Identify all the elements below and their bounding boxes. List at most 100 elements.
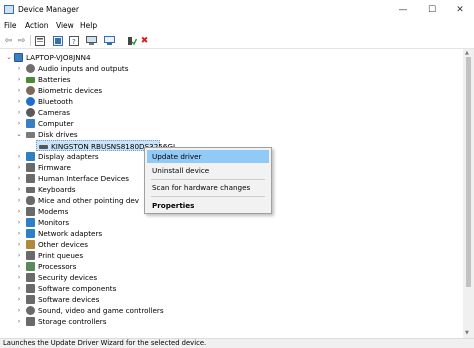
back-arrow-icon[interactable]: ⇦ xyxy=(3,35,14,46)
menu-file[interactable]: File xyxy=(4,21,17,30)
update-driver-icon[interactable] xyxy=(52,35,63,46)
chevron-right-icon[interactable]: › xyxy=(16,239,22,250)
tree-category-batteries[interactable]: › Batteries xyxy=(0,74,200,85)
chevron-right-icon[interactable]: › xyxy=(16,261,22,272)
chevron-right-icon[interactable]: › xyxy=(16,217,22,228)
close-button[interactable]: ✕ xyxy=(446,2,474,18)
computer-icon xyxy=(14,53,23,62)
chevron-down-icon[interactable]: ⌄ xyxy=(6,52,12,63)
chevron-right-icon[interactable]: › xyxy=(16,184,22,195)
tree-root[interactable]: ⌄ LAPTOP-VJO8JNN4 xyxy=(0,52,200,63)
chevron-right-icon[interactable]: › xyxy=(16,305,22,316)
monitor-icon xyxy=(26,218,35,227)
chevron-right-icon[interactable]: › xyxy=(16,316,22,327)
software-component-icon xyxy=(26,284,35,293)
tree-category-processors[interactable]: › Processors xyxy=(0,261,200,272)
device-manager-icon xyxy=(4,5,14,14)
software-device-icon xyxy=(26,295,35,304)
enable-device-icon[interactable] xyxy=(126,35,137,46)
svg-text:?: ? xyxy=(72,38,76,46)
disk-drive-icon xyxy=(26,132,35,138)
battery-icon xyxy=(26,77,35,83)
scan-hardware-icon[interactable] xyxy=(104,35,115,46)
chevron-right-icon[interactable]: › xyxy=(16,118,22,129)
tree-category-sound[interactable]: › Sound, video and game controllers xyxy=(0,305,200,316)
scroll-up-icon[interactable]: ▲ xyxy=(465,50,469,56)
security-device-icon xyxy=(26,273,35,282)
status-text: Launches the Update Driver Wizard for th… xyxy=(3,339,207,347)
status-bar: Launches the Update Driver Wizard for th… xyxy=(0,338,474,348)
camera-icon xyxy=(26,108,35,117)
menu-item-update-driver[interactable]: Update driver xyxy=(147,150,269,163)
tree-category-biometric[interactable]: › Biometric devices xyxy=(0,85,200,96)
menu-item-uninstall-device[interactable]: Uninstall device xyxy=(147,164,269,177)
toolbar-separator xyxy=(30,35,31,46)
chevron-right-icon[interactable]: › xyxy=(16,272,22,283)
menu-bar: File Action View Help xyxy=(0,20,474,33)
tree-category-software-devices[interactable]: › Software devices xyxy=(0,294,200,305)
tree-category-disk-drives[interactable]: ⌄ Disk drives xyxy=(0,129,200,140)
tree-category-software-components[interactable]: › Software components xyxy=(0,283,200,294)
toolbar: ⇦ ⇨ ? ✖ xyxy=(0,33,474,49)
window-title: Device Manager xyxy=(18,5,79,14)
uninstall-device-icon[interactable]: ✖ xyxy=(139,35,150,46)
vertical-scrollbar[interactable]: ▲ ▼ xyxy=(463,49,474,338)
scroll-down-icon[interactable]: ▼ xyxy=(465,330,469,336)
scrollbar-thumb[interactable] xyxy=(466,57,471,287)
menu-item-scan-hardware[interactable]: Scan for hardware changes xyxy=(147,181,269,194)
tree-category-other[interactable]: › Other devices xyxy=(0,239,200,250)
tree-category-storage[interactable]: › Storage controllers xyxy=(0,316,200,327)
menu-item-properties[interactable]: Properties xyxy=(147,199,269,212)
tree-category-cameras[interactable]: › Cameras xyxy=(0,107,200,118)
firmware-icon xyxy=(26,163,35,172)
sound-controller-icon xyxy=(26,306,35,315)
chevron-right-icon[interactable]: › xyxy=(16,63,22,74)
chevron-right-icon[interactable]: › xyxy=(16,151,22,162)
forward-arrow-icon[interactable]: ⇨ xyxy=(16,35,27,46)
disk-icon xyxy=(39,145,48,149)
chevron-right-icon[interactable]: › xyxy=(16,173,22,184)
chevron-right-icon[interactable]: › xyxy=(16,250,22,261)
modem-icon xyxy=(26,207,35,216)
chevron-right-icon[interactable]: › xyxy=(16,162,22,173)
processor-icon xyxy=(26,262,35,271)
fingerprint-icon xyxy=(26,86,35,95)
network-adapter-icon xyxy=(26,229,35,238)
menu-separator xyxy=(151,196,265,197)
tree-category-computer[interactable]: › Computer xyxy=(0,118,200,129)
chevron-right-icon[interactable]: › xyxy=(16,294,22,305)
other-device-icon xyxy=(26,240,35,249)
mouse-icon xyxy=(26,196,35,205)
chevron-right-icon[interactable]: › xyxy=(16,74,22,85)
chevron-right-icon[interactable]: › xyxy=(16,195,22,206)
title-bar: Device Manager — ☐ ✕ xyxy=(0,0,474,20)
tree-category-network[interactable]: › Network adapters xyxy=(0,228,200,239)
device-view-icon[interactable] xyxy=(86,35,97,46)
tree-category-bluetooth[interactable]: › Bluetooth xyxy=(0,96,200,107)
keyboard-icon xyxy=(26,187,35,193)
menu-separator xyxy=(151,179,265,180)
tree-device-disk[interactable]: KINGSTON RBUSNS8180DS3256GJ xyxy=(36,140,175,151)
context-menu: Update driver Uninstall device Scan for … xyxy=(144,147,272,214)
tree-category-monitors[interactable]: › Monitors xyxy=(0,217,200,228)
chevron-right-icon[interactable]: › xyxy=(16,107,22,118)
maximize-button[interactable]: ☐ xyxy=(418,2,446,18)
tree-category-mice[interactable]: › Mice and other pointing dev xyxy=(0,195,142,206)
properties-icon[interactable] xyxy=(34,35,45,46)
tree-category-audio[interactable]: › Audio inputs and outputs xyxy=(0,63,200,74)
tree-category-print-queues[interactable]: › Print queues xyxy=(0,250,200,261)
chevron-down-icon[interactable]: ⌄ xyxy=(16,129,22,140)
chevron-right-icon[interactable]: › xyxy=(16,228,22,239)
menu-action[interactable]: Action xyxy=(25,21,49,30)
computer-icon xyxy=(26,119,35,128)
menu-view[interactable]: View xyxy=(56,21,74,30)
tree-category-security[interactable]: › Security devices xyxy=(0,272,200,283)
menu-help[interactable]: Help xyxy=(80,21,97,30)
chevron-right-icon[interactable]: › xyxy=(16,96,22,107)
chevron-right-icon[interactable]: › xyxy=(16,85,22,96)
chevron-right-icon[interactable]: › xyxy=(16,206,22,217)
help-icon[interactable]: ? xyxy=(68,35,79,46)
chevron-right-icon[interactable]: › xyxy=(16,283,22,294)
minimize-button[interactable]: — xyxy=(389,2,417,18)
printer-icon xyxy=(26,251,35,260)
